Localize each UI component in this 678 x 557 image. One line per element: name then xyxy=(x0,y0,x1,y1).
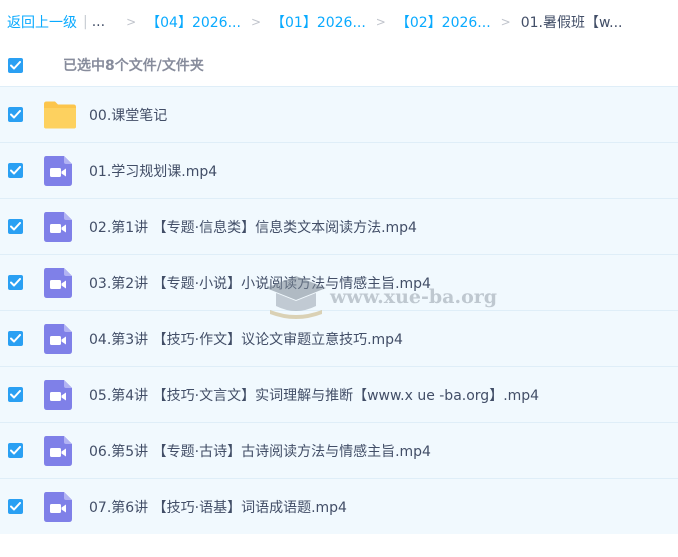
file-row[interactable]: 03.第2讲 【专题·小说】小说阅读方法与情感主旨.mp4 xyxy=(0,254,678,310)
selection-count: 已选中8个文件/文件夹 xyxy=(63,58,204,74)
selection-bar: 已选中8个文件/文件夹 xyxy=(0,44,678,86)
check-icon xyxy=(10,446,21,455)
file-list: 00.课堂笔记 01.学习规划课.mp4 02.第1讲 【专题·信息类】信息类文… xyxy=(0,86,678,534)
file-row[interactable]: 05.第4讲 【技巧·文言文】实词理解与推断【www.x ue -ba.org】… xyxy=(0,366,678,422)
row-checkbox[interactable] xyxy=(8,499,23,514)
back-link[interactable]: 返回上一级 xyxy=(7,12,77,32)
file-name[interactable]: 02.第1讲 【专题·信息类】信息类文本阅读方法.mp4 xyxy=(89,217,417,237)
breadcrumb-item[interactable]: 【04】2026... xyxy=(146,12,241,32)
video-file-icon xyxy=(43,155,73,186)
row-checkbox[interactable] xyxy=(8,443,23,458)
check-icon xyxy=(10,390,21,399)
video-file-icon xyxy=(43,379,73,410)
file-name[interactable]: 03.第2讲 【专题·小说】小说阅读方法与情感主旨.mp4 xyxy=(89,273,431,293)
check-icon xyxy=(10,110,21,119)
breadcrumb-divider: | xyxy=(83,14,88,30)
row-checkbox[interactable] xyxy=(8,163,23,178)
file-row[interactable]: 00.课堂笔记 xyxy=(0,86,678,142)
video-file-icon xyxy=(43,267,73,298)
breadcrumb-item[interactable]: 【01】2026... xyxy=(271,12,366,32)
check-icon xyxy=(10,502,21,511)
video-file-icon xyxy=(43,435,73,466)
breadcrumb-separator: > xyxy=(126,15,137,29)
file-row[interactable]: 04.第3讲 【技巧·作文】议论文审题立意技巧.mp4 xyxy=(0,310,678,366)
row-checkbox[interactable] xyxy=(8,387,23,402)
breadcrumb: 返回上一级 | ... > 【04】2026... > 【01】2026... … xyxy=(0,0,678,44)
row-checkbox[interactable] xyxy=(8,331,23,346)
file-row[interactable]: 07.第6讲 【技巧·语基】词语成语题.mp4 xyxy=(0,478,678,534)
row-checkbox[interactable] xyxy=(8,275,23,290)
file-name[interactable]: 01.学习规划课.mp4 xyxy=(89,161,217,181)
video-file-icon xyxy=(43,323,73,354)
video-file-icon xyxy=(43,211,73,242)
file-name[interactable]: 07.第6讲 【技巧·语基】词语成语题.mp4 xyxy=(89,497,347,517)
breadcrumb-separator: > xyxy=(375,15,386,29)
breadcrumb-item[interactable]: 【02】2026... xyxy=(396,12,491,32)
check-icon xyxy=(10,278,21,287)
check-icon xyxy=(10,166,21,175)
file-name[interactable]: 00.课堂笔记 xyxy=(89,105,167,125)
video-file-icon xyxy=(43,491,73,522)
check-icon xyxy=(10,60,21,69)
file-row[interactable]: 02.第1讲 【专题·信息类】信息类文本阅读方法.mp4 xyxy=(0,198,678,254)
file-name[interactable]: 05.第4讲 【技巧·文言文】实词理解与推断【www.x ue -ba.org】… xyxy=(89,385,539,405)
check-icon xyxy=(10,222,21,231)
row-checkbox[interactable] xyxy=(8,107,23,122)
check-icon xyxy=(10,334,21,343)
breadcrumb-separator: > xyxy=(500,15,511,29)
file-row[interactable]: 06.第5讲 【专题·古诗】古诗阅读方法与情感主旨.mp4 xyxy=(0,422,678,478)
file-name[interactable]: 06.第5讲 【专题·古诗】古诗阅读方法与情感主旨.mp4 xyxy=(89,441,431,461)
folder-icon xyxy=(43,100,76,130)
file-name[interactable]: 04.第3讲 【技巧·作文】议论文审题立意技巧.mp4 xyxy=(89,329,403,349)
file-row[interactable]: 01.学习规划课.mp4 xyxy=(0,142,678,198)
breadcrumb-ellipsis[interactable]: ... xyxy=(92,14,105,30)
select-all-checkbox[interactable] xyxy=(8,57,23,73)
row-checkbox[interactable] xyxy=(8,219,23,234)
breadcrumb-separator: > xyxy=(250,15,261,29)
breadcrumb-current: 01.暑假班【w... xyxy=(520,15,623,31)
